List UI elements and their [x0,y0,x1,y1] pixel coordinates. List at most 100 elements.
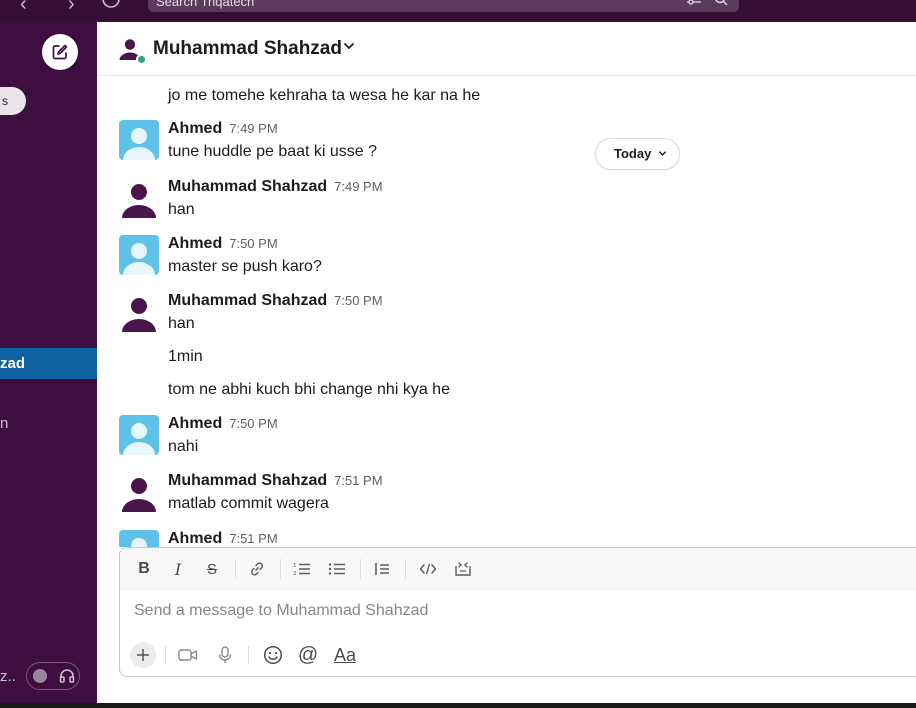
message-text: 1min [168,348,203,365]
conversation-title[interactable]: Muhammad Shahzad [153,38,342,60]
toolbar-divider [280,559,281,579]
avatar[interactable] [119,120,159,160]
presence-indicator [136,54,147,65]
top-bar: ‹ › Search Triqatech [0,0,916,22]
sender-name[interactable]: Muhammad Shahzad [168,292,327,309]
message-input[interactable]: Send a message to Muhammad Shahzad [134,602,428,620]
window-bottom-edge [0,703,916,708]
conversation-pane: Muhammad Shahzad jo me tomehe kehraha ta… [97,22,916,703]
message-timestamp[interactable]: 7:51 PM [334,473,382,488]
bold-icon[interactable]: B [134,559,154,579]
sender-name[interactable]: Muhammad Shahzad [168,472,327,489]
date-divider-button[interactable]: Today [595,138,680,170]
sender-name[interactable]: Ahmed [168,415,222,432]
sender-name[interactable]: Muhammad Shahzad [168,178,327,195]
user-avatar-icon [122,298,156,332]
search-bar[interactable]: Search Triqatech [148,0,739,12]
message-timestamp[interactable]: 7:50 PM [334,293,382,308]
avatar[interactable] [119,530,159,547]
message-text: matlab commit wagera [168,495,329,512]
history-icon[interactable] [100,0,122,15]
code-block-icon[interactable] [453,559,473,579]
microphone-icon [218,646,232,663]
chevron-down-icon [659,151,666,156]
chevron-down-icon[interactable] [343,40,355,52]
search-icon[interactable] [714,0,728,9]
date-label: Today [614,146,652,161]
user-avatar-icon [123,423,155,455]
message-sender[interactable]: Ahmed 7:51 PM [168,530,278,547]
composer-actions: @ Aa [120,638,916,676]
plus-icon [137,649,149,661]
message-list: jo me tomehe kehraha ta wesa he kar na h… [97,77,916,547]
message-text: tom ne abhi kuch bhi change nhi kya he [168,381,450,398]
back-arrow-icon[interactable]: ‹ [20,0,27,14]
sender-name[interactable]: Ahmed [168,235,222,252]
mention-icon[interactable]: @ [295,642,321,668]
sender-name[interactable]: Ahmed [168,530,222,547]
avatar[interactable] [119,472,159,512]
slack-window: ‹ › Search Triqatech s zad n z.. Muhamma… [0,0,916,708]
user-avatar-icon [123,243,155,275]
message-sender[interactable]: Ahmed 7:49 PM [168,120,278,138]
conversation-header: Muhammad Shahzad [97,22,916,76]
message-sender[interactable]: Ahmed 7:50 PM [168,235,278,253]
emoji-icon [263,645,283,665]
audio-clip-button[interactable] [212,642,238,668]
sidebar-item[interactable]: n [0,415,8,432]
message-text: han [168,201,195,218]
toolbar-divider [405,559,406,579]
user-avatar-icon [122,184,156,218]
svg-text:1: 1 [293,563,297,569]
emoji-button[interactable] [260,642,286,668]
sidebar-pill-button[interactable]: s [0,87,26,115]
message-sender[interactable]: Ahmed 7:50 PM [168,415,278,433]
message-sender[interactable]: Muhammad Shahzad 7:50 PM [168,292,383,310]
sidebar: s zad n z.. [0,22,97,708]
user-avatar-icon [123,128,155,160]
code-icon[interactable] [418,559,438,579]
avatar[interactable] [119,292,159,332]
strikethrough-icon[interactable]: S [202,559,222,579]
compose-icon [52,44,68,60]
message-text: nahi [168,438,199,455]
link-icon[interactable] [247,559,267,579]
message-composer: B I S 12 Send a message to Muhammad Shah… [119,547,916,677]
toolbar-divider [165,646,166,664]
sidebar-pill-label: s [2,94,8,108]
user-avatar-icon [122,478,156,512]
filter-icon[interactable] [686,0,702,9]
attach-button[interactable] [130,642,156,668]
video-clip-button[interactable] [175,642,201,668]
avatar[interactable] [119,178,159,218]
sender-name[interactable]: Ahmed [168,120,222,137]
blockquote-icon[interactable] [372,559,392,579]
user-avatar-icon [131,538,147,547]
bulleted-list-icon[interactable] [327,559,347,579]
formatting-toggle-label: Aa [333,644,357,665]
message-sender[interactable]: Muhammad Shahzad 7:51 PM [168,472,383,490]
ordered-list-icon[interactable]: 12 [292,559,312,579]
message-text: jo me tomehe kehraha ta wesa he kar na h… [168,87,481,104]
huddle-toggle[interactable] [26,662,80,690]
message-timestamp[interactable]: 7:50 PM [229,416,277,431]
message-timestamp[interactable]: 7:51 PM [229,531,277,546]
message-timestamp[interactable]: 7:49 PM [229,121,277,136]
toggle-knob [33,669,47,683]
italic-icon[interactable]: I [168,559,188,579]
formatting-toolbar: B I S 12 [120,548,916,590]
message-timestamp[interactable]: 7:50 PM [229,236,277,251]
toolbar-divider [248,646,249,664]
message-sender[interactable]: Muhammad Shahzad 7:49 PM [168,178,383,196]
video-camera-icon [178,649,198,661]
avatar[interactable] [119,235,159,275]
message-timestamp[interactable]: 7:49 PM [334,179,382,194]
toolbar-divider [235,559,236,579]
avatar[interactable] [119,415,159,455]
sidebar-item-active-dm[interactable]: zad [0,348,97,379]
text-formatting-toggle[interactable]: Aa [330,642,360,668]
forward-arrow-icon[interactable]: › [68,0,75,14]
compose-button[interactable] [42,34,78,70]
search-placeholder: Search Triqatech [156,0,255,9]
sidebar-item-label: zad [0,355,26,372]
